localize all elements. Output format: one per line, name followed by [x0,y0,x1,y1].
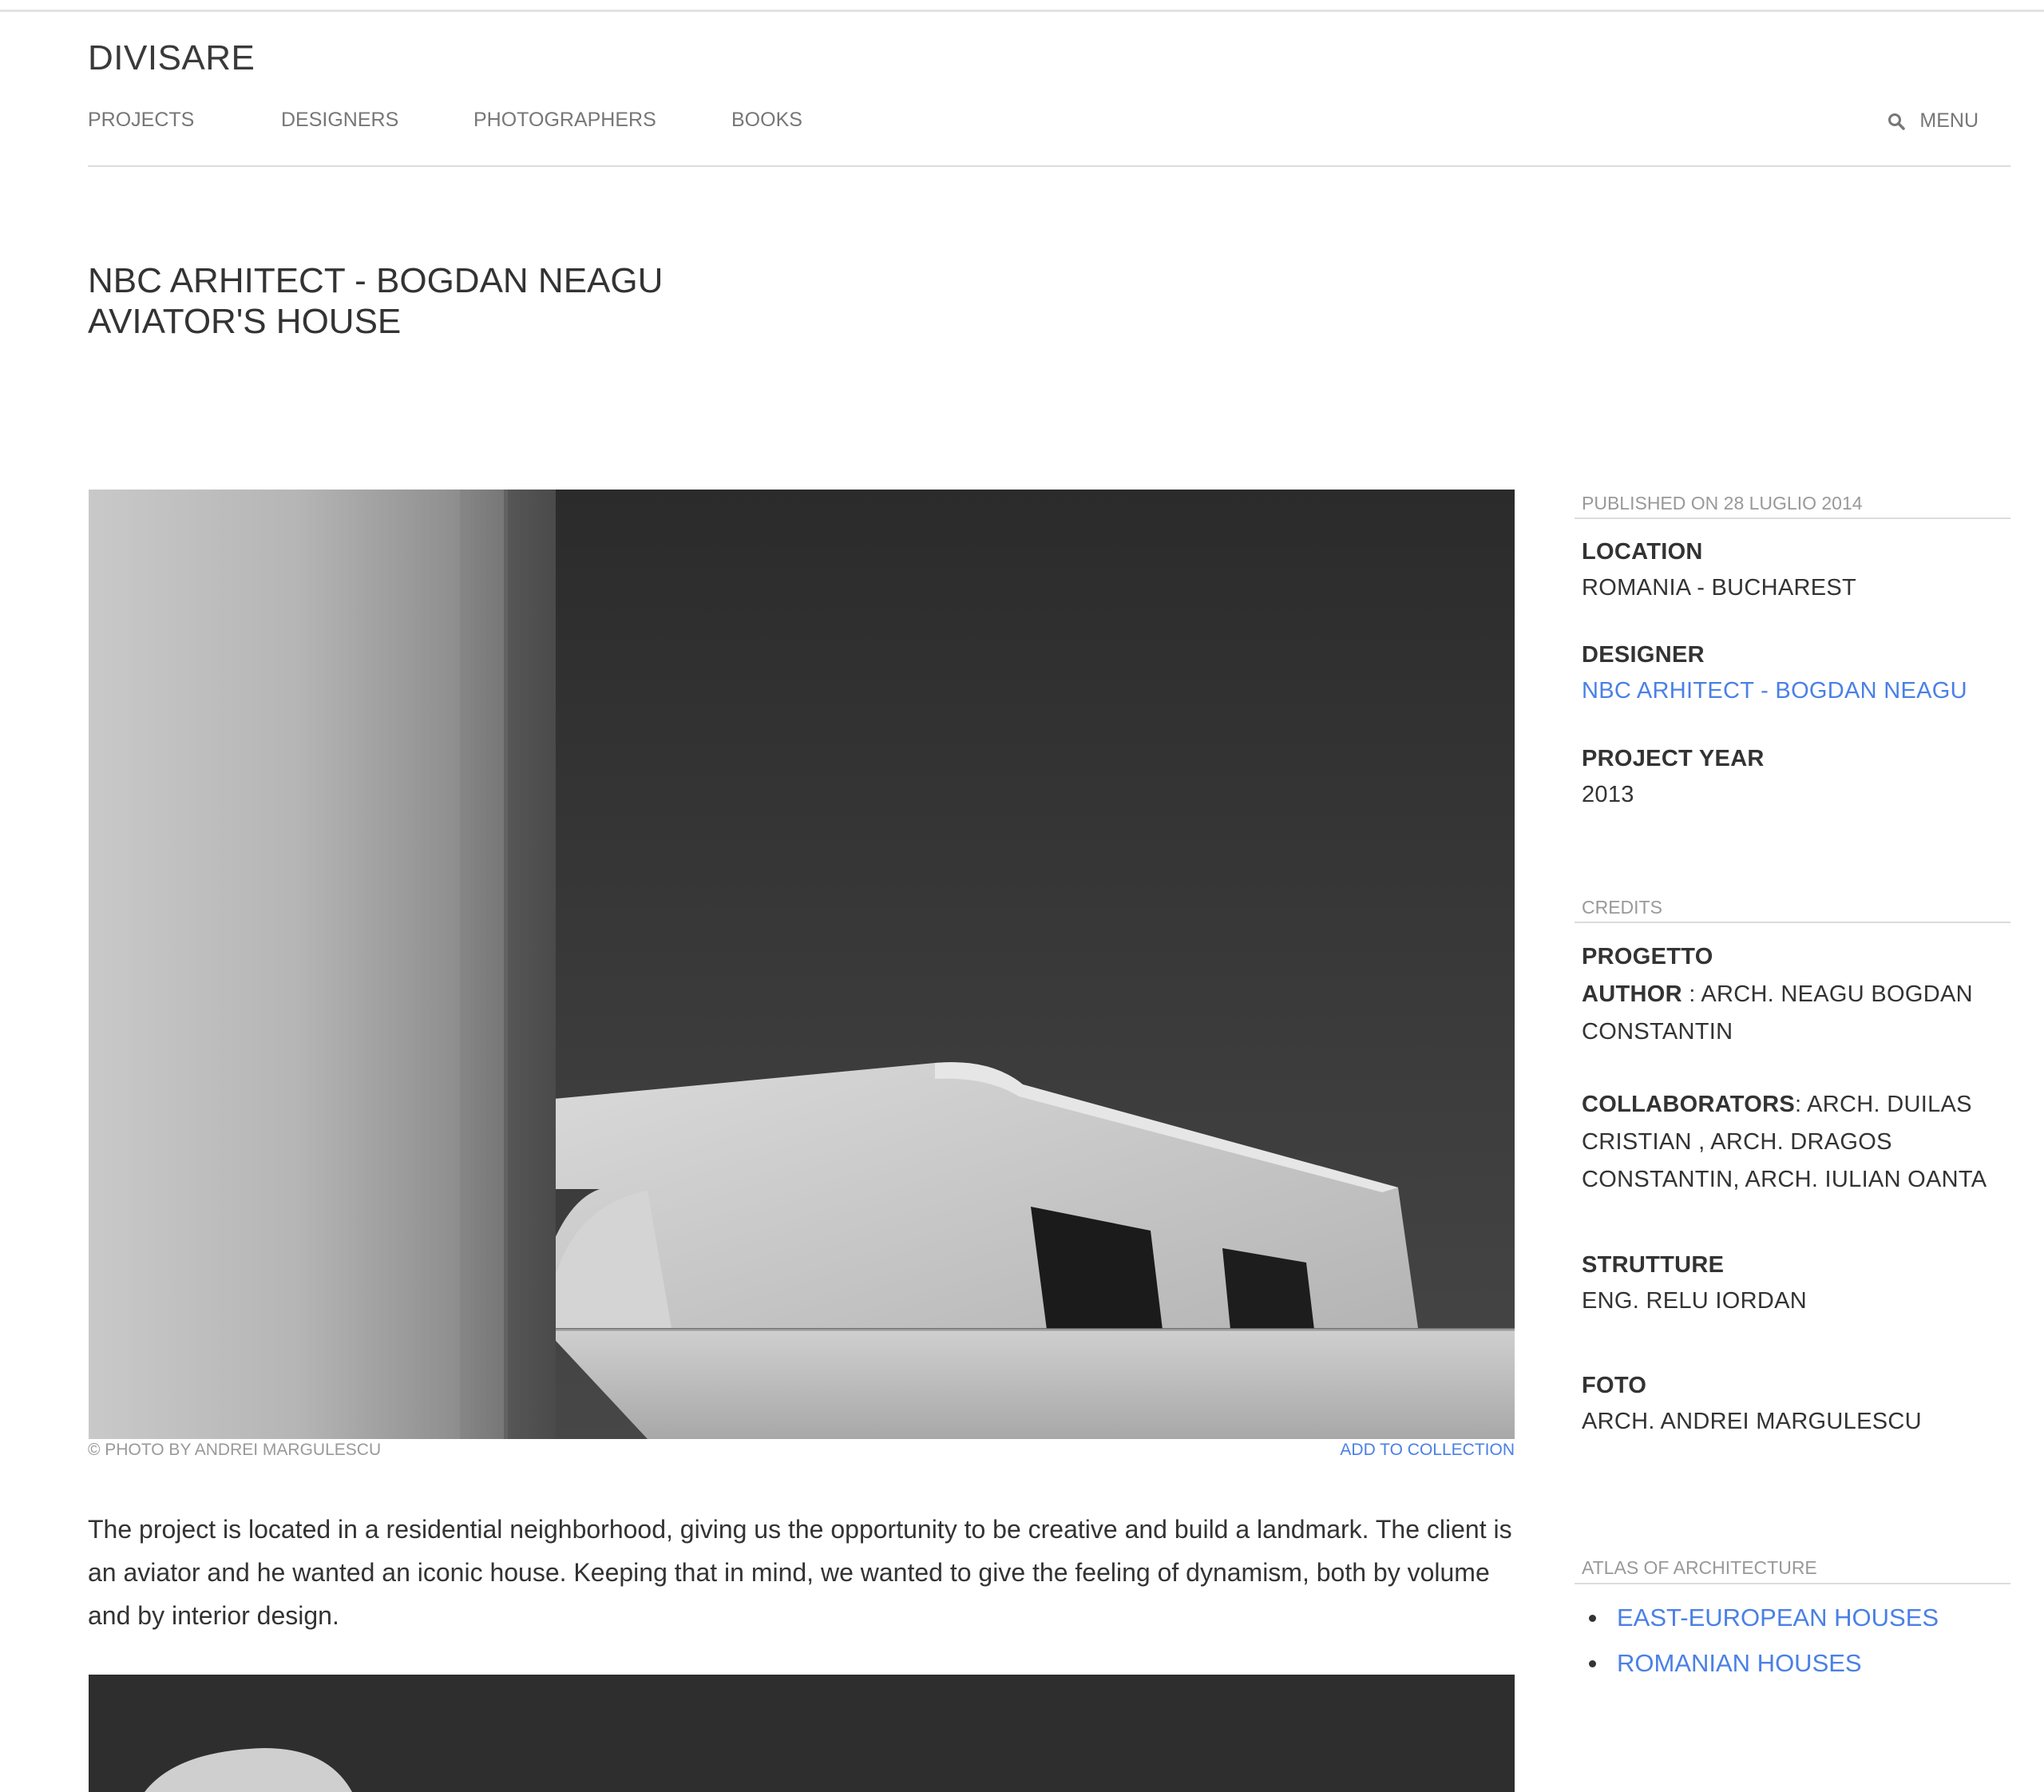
bullet-icon [1589,1614,1596,1622]
location-value: ROMANIA - BUCHAREST [1582,575,1857,601]
project-photo[interactable] [89,490,1515,1439]
designer-label: DESIGNER [1582,642,1705,668]
sidebar-divider [1575,922,2010,923]
published-date: PUBLISHED ON 28 LUGLIO 2014 [1582,493,1863,513]
project-description: The project is located in a residential … [88,1515,1512,1630]
photo-credit: © PHOTO BY ANDREI MARGULESCU [88,1441,382,1459]
project-photo-2[interactable] [89,1675,1515,1792]
top-border [0,10,2044,12]
atlas-title: ATLAS OF ARCHITECTURE [1582,1557,1817,1578]
sidebar-divider [1575,1583,2010,1584]
foto-value: ARCH. ANDREI MARGULESCU [1582,1409,1922,1434]
menu-label: MENU [1919,109,1979,132]
designer-link[interactable]: NBC ARHITECT - BOGDAN NEAGU [1582,678,1967,704]
title-designer: NBC ARHITECT - BOGDAN NEAGU [88,261,664,300]
nav-item-books[interactable]: BOOKS [731,109,802,132]
nav-item-photographers[interactable]: PHOTOGRAPHERS [473,109,656,132]
page-title: NBC ARHITECT - BOGDAN NEAGU AVIATOR'S HO… [88,260,663,342]
credits-progetto: PROGETTO AUTHOR : ARCH. NEAGU BOGDAN CON… [1582,938,2013,1051]
foto-label: FOTO [1582,1373,1647,1398]
site-logo[interactable]: DIVISARE [88,38,255,78]
sidebar-divider [1575,517,2010,519]
nav-item-projects[interactable]: PROJECTS [88,109,194,132]
header-divider [88,165,2010,167]
credits-title: CREDITS [1582,897,1662,918]
atlas-link-romanian-houses[interactable]: ROMANIAN HOUSES [1617,1649,1862,1678]
project-year-label: PROJECT YEAR [1582,746,1765,771]
search-icon [1888,113,1906,130]
progetto-label: PROGETTO [1582,944,1713,969]
atlas-list-item: ROMANIAN HOUSES [1589,1649,1862,1678]
search-menu-button[interactable]: MENU [1888,109,1979,133]
strutture-label: STRUTTURE [1582,1252,1725,1278]
collaborators-label: COLLABORATORS [1582,1092,1796,1117]
bullet-icon [1589,1659,1596,1667]
add-to-collection-link[interactable]: ADD TO COLLECTION [1340,1441,1515,1460]
nav-item-designers[interactable]: DESIGNERS [281,109,398,132]
author-label: AUTHOR [1582,981,1682,1007]
strutture-value: ENG. RELU IORDAN [1582,1288,1807,1314]
location-label: LOCATION [1582,539,1703,565]
credits-collaborators: COLLABORATORS: ARCH. DUILAS CRISTIAN , A… [1582,1086,2013,1199]
project-year-value: 2013 [1582,782,1634,807]
atlas-link-east-european-houses[interactable]: EAST-EUROPEAN HOUSES [1617,1604,1939,1632]
atlas-list-item: EAST-EUROPEAN HOUSES [1589,1604,1939,1632]
title-project: AVIATOR'S HOUSE [88,302,402,341]
